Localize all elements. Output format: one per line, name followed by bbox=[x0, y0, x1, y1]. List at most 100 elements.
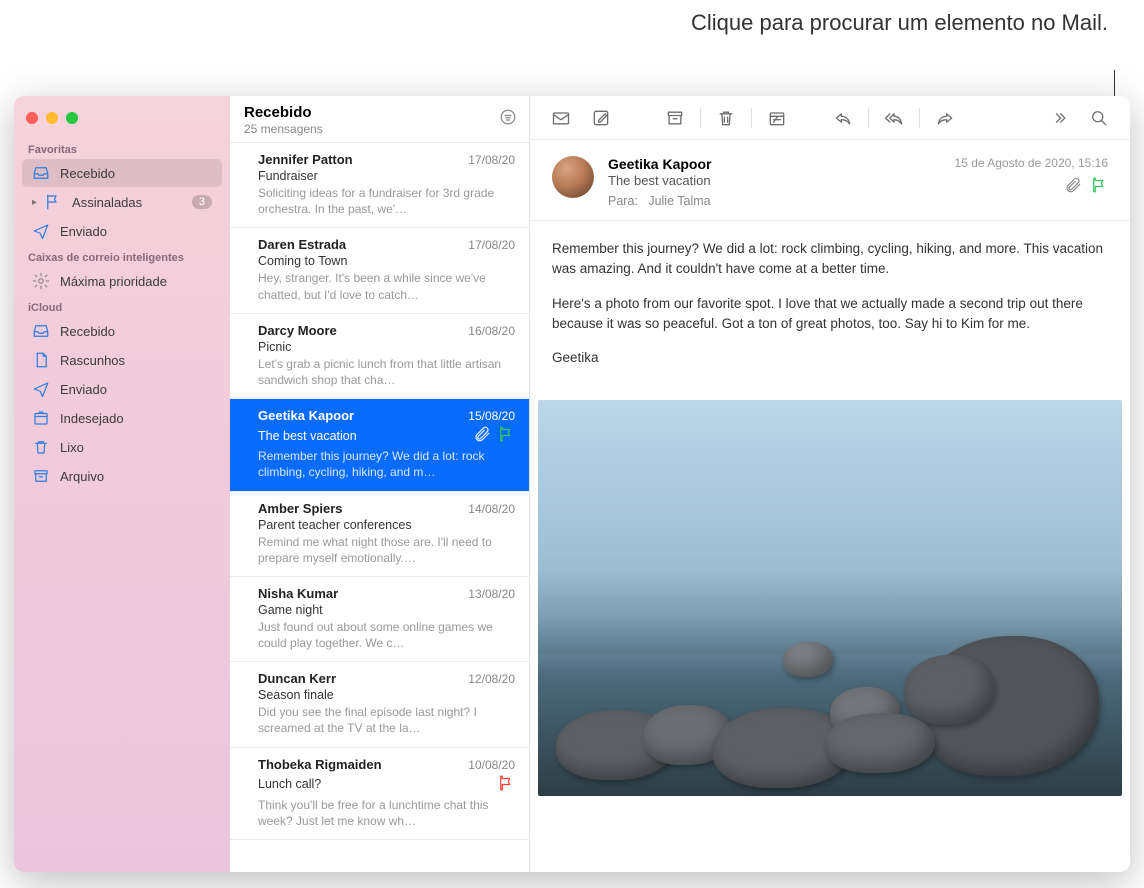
msg-preview: Remind me what night those are. I'll nee… bbox=[258, 534, 515, 566]
sidebar-item-archive[interactable]: Arquivo bbox=[22, 462, 222, 490]
message-list-item[interactable]: Amber Spiers14/08/20Parent teacher confe… bbox=[230, 492, 529, 577]
compose-button[interactable] bbox=[584, 103, 618, 133]
msg-date: 15/08/20 bbox=[468, 409, 515, 423]
msg-from: Duncan Kerr bbox=[258, 671, 336, 686]
archive-button[interactable] bbox=[658, 103, 692, 133]
minimize-window-button[interactable] bbox=[46, 112, 58, 124]
callout-text: Clique para procurar um elemento no Mail… bbox=[691, 8, 1108, 38]
avatar bbox=[552, 156, 594, 198]
junk-button[interactable] bbox=[760, 103, 794, 133]
toolbar-separator bbox=[919, 108, 920, 128]
close-window-button[interactable] bbox=[26, 112, 38, 124]
msg-from: Thobeka Rigmaiden bbox=[258, 757, 382, 772]
msg-subject: Fundraiser bbox=[258, 169, 318, 183]
sidebar-item-junk[interactable]: Indesejado bbox=[22, 404, 222, 432]
body-paragraph: Geetika bbox=[552, 348, 1108, 368]
gear-icon bbox=[32, 272, 50, 290]
flag-icon bbox=[497, 425, 515, 446]
message-body: Remember this journey? We did a lot: roc… bbox=[530, 221, 1130, 400]
archive-icon bbox=[32, 467, 50, 485]
unread-badge: 3 bbox=[192, 195, 212, 209]
flag-icon bbox=[44, 193, 62, 211]
zoom-window-button[interactable] bbox=[66, 112, 78, 124]
search-button[interactable] bbox=[1082, 103, 1116, 133]
msg-from: Nisha Kumar bbox=[258, 586, 338, 601]
message-list-item[interactable]: Darcy Moore16/08/20PicnicLet's grab a pi… bbox=[230, 314, 529, 399]
msg-preview: Remember this journey? We did a lot: roc… bbox=[258, 448, 515, 480]
sidebar-item-label: Enviado bbox=[60, 382, 212, 397]
trash-icon bbox=[32, 438, 50, 456]
msg-date: 17/08/20 bbox=[468, 238, 515, 252]
sidebar-item-sent[interactable]: Enviado bbox=[22, 217, 222, 245]
to-label: Para: bbox=[608, 194, 638, 208]
message-list-item[interactable]: Daren Estrada17/08/20Coming to TownHey, … bbox=[230, 228, 529, 313]
message-list-item[interactable]: Nisha Kumar13/08/20Game nightJust found … bbox=[230, 577, 529, 662]
sidebar-item-icloud-inbox[interactable]: Recebido bbox=[22, 317, 222, 345]
sidebar-item-label: Máxima prioridade bbox=[60, 274, 212, 289]
msg-subject: Picnic bbox=[258, 340, 291, 354]
reader-pane: Geetika Kapoor The best vacation Para: J… bbox=[530, 96, 1130, 872]
msg-date: 14/08/20 bbox=[468, 502, 515, 516]
msg-preview: Just found out about some online games w… bbox=[258, 619, 515, 651]
message-list-item[interactable]: Duncan Kerr12/08/20Season finaleDid you … bbox=[230, 662, 529, 747]
sidebar-item-priority[interactable]: Máxima prioridade bbox=[22, 267, 222, 295]
msg-from: Amber Spiers bbox=[258, 501, 343, 516]
msg-from: Geetika Kapoor bbox=[258, 408, 354, 423]
sidebar-item-label: Lixo bbox=[60, 440, 212, 455]
sidebar-item-label: Recebido bbox=[60, 324, 212, 339]
body-paragraph: Remember this journey? We did a lot: roc… bbox=[552, 239, 1108, 280]
flag-icon bbox=[1090, 176, 1108, 199]
delete-button[interactable] bbox=[709, 103, 743, 133]
to-name: Julie Talma bbox=[648, 194, 710, 208]
mark-read-button[interactable] bbox=[544, 103, 578, 133]
message-list[interactable]: Jennifer Patton 17/08/20 Fundraiser Solicit… bbox=[230, 143, 529, 872]
sidebar-item-label: Assinaladas bbox=[72, 195, 182, 210]
document-icon bbox=[32, 351, 50, 369]
message-to: Para: Julie Talma bbox=[608, 194, 941, 208]
sidebar-item-drafts[interactable]: Rascunhos bbox=[22, 346, 222, 374]
sidebar-section-icloud: iCloud bbox=[14, 296, 230, 316]
toolbar-separator bbox=[751, 108, 752, 128]
sent-icon bbox=[32, 380, 50, 398]
sidebar-item-label: Rascunhos bbox=[60, 353, 212, 368]
message-list-item[interactable]: Thobeka Rigmaiden 10/08/20 Lunch call? Thin… bbox=[230, 748, 529, 840]
msg-date: 10/08/20 bbox=[468, 758, 515, 772]
sidebar-section-smart: Caixas de correio inteligentes bbox=[14, 246, 230, 266]
msg-preview: Think you'll be free for a lunchtime cha… bbox=[258, 797, 515, 829]
sidebar-item-label: Indesejado bbox=[60, 411, 212, 426]
inbox-icon bbox=[32, 164, 50, 182]
sidebar-item-inbox[interactable]: Recebido bbox=[22, 159, 222, 187]
message-subject: The best vacation bbox=[608, 173, 941, 188]
msg-subject: Lunch call? bbox=[258, 777, 321, 791]
message-list-item[interactable]: Jennifer Patton 17/08/20 Fundraiser Solicit… bbox=[230, 143, 529, 228]
sidebar-item-flagged[interactable]: ▸ Assinaladas 3 bbox=[22, 188, 222, 216]
message-date: 15 de Agosto de 2020, 15:16 bbox=[955, 156, 1108, 170]
more-button[interactable] bbox=[1042, 103, 1076, 133]
attachment-icon bbox=[1064, 176, 1082, 199]
msg-from: Jennifer Patton bbox=[258, 152, 353, 167]
filter-button[interactable] bbox=[499, 108, 517, 131]
sidebar-item-label: Enviado bbox=[60, 224, 212, 239]
list-header: Recebido 25 mensagens bbox=[230, 96, 529, 143]
body-paragraph: Here's a photo from our favorite spot. I… bbox=[552, 294, 1108, 335]
toolbar bbox=[530, 96, 1130, 140]
toolbar-separator bbox=[868, 108, 869, 128]
msg-date: 17/08/20 bbox=[468, 153, 515, 167]
sidebar-section-favorites: Favoritas bbox=[14, 138, 230, 158]
message-header: Geetika Kapoor The best vacation Para: J… bbox=[530, 140, 1130, 221]
flag-icon bbox=[497, 774, 515, 795]
sidebar-item-label: Recebido bbox=[60, 166, 212, 181]
message-list-item[interactable]: Geetika Kapoor15/08/20The best vacationR… bbox=[230, 399, 529, 491]
reply-button[interactable] bbox=[826, 103, 860, 133]
mail-window: Favoritas Recebido ▸ Assinaladas 3 Envia… bbox=[14, 96, 1130, 872]
message-list-pane: Recebido 25 mensagens Jennifer Patton 17/… bbox=[230, 96, 530, 872]
sidebar-item-label: Arquivo bbox=[60, 469, 212, 484]
reply-all-button[interactable] bbox=[877, 103, 911, 133]
sidebar-item-icloud-sent[interactable]: Enviado bbox=[22, 375, 222, 403]
msg-preview: Soliciting ideas for a fundraiser for 3r… bbox=[258, 185, 515, 217]
sidebar-item-trash[interactable]: Lixo bbox=[22, 433, 222, 461]
message-from: Geetika Kapoor bbox=[608, 156, 941, 172]
msg-date: 16/08/20 bbox=[468, 324, 515, 338]
attachment-image[interactable] bbox=[538, 400, 1122, 796]
forward-button[interactable] bbox=[928, 103, 962, 133]
